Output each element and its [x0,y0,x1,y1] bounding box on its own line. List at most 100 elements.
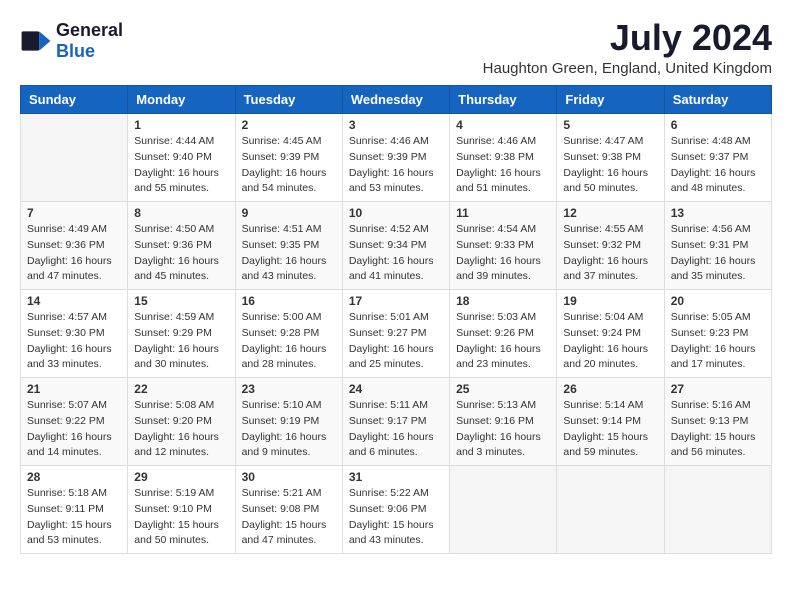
day-info: Sunrise: 4:49 AM Sunset: 9:36 PM Dayligh… [27,222,121,285]
day-info: Sunrise: 4:44 AM Sunset: 9:40 PM Dayligh… [134,134,228,197]
day-number: 11 [456,206,550,220]
calendar-cell: 5 Sunrise: 4:47 AM Sunset: 9:38 PM Daylig… [557,114,664,202]
day-info: Sunrise: 5:04 AM Sunset: 9:24 PM Dayligh… [563,310,657,373]
calendar-cell: 21Sunrise: 5:07 AM Sunset: 9:22 PM Dayli… [21,378,128,466]
day-info: Sunrise: 4:55 AM Sunset: 9:32 PM Dayligh… [563,222,657,285]
calendar-cell: 8 Sunrise: 4:50 AM Sunset: 9:36 PM Daylig… [128,202,235,290]
day-number: 20 [671,294,765,308]
calendar-cell: 4 Sunrise: 4:46 AM Sunset: 9:38 PM Daylig… [450,114,557,202]
day-number: 27 [671,382,765,396]
day-info: Sunrise: 5:05 AM Sunset: 9:23 PM Dayligh… [671,310,765,373]
logo-text: General Blue [56,20,123,62]
day-number: 19 [563,294,657,308]
calendar-cell: 1Sunrise: 4:44 AM Sunset: 9:40 PM Daylig… [128,114,235,202]
day-info: Sunrise: 5:07 AM Sunset: 9:22 PM Dayligh… [27,398,121,461]
calendar-cell: 22Sunrise: 5:08 AM Sunset: 9:20 PM Dayli… [128,378,235,466]
day-info: Sunrise: 5:10 AM Sunset: 9:19 PM Dayligh… [242,398,336,461]
day-info: Sunrise: 4:48 AM Sunset: 9:37 PM Dayligh… [671,134,765,197]
calendar-cell: 30 Sunrise: 5:21 AM Sunset: 9:08 PM Dayli… [235,466,342,554]
day-number: 8 [134,206,228,220]
day-number: 17 [349,294,443,308]
page-container: General Blue July 2024 Haughton Green, E… [20,20,772,554]
day-number: 24 [349,382,443,396]
calendar-cell: 29 Sunrise: 5:19 AM Sunset: 9:10 PM Dayli… [128,466,235,554]
day-number: 14 [27,294,121,308]
week-row-4: 21Sunrise: 5:07 AM Sunset: 9:22 PM Dayli… [21,378,772,466]
day-number: 15 [134,294,228,308]
calendar-cell: 19 Sunrise: 5:04 AM Sunset: 9:24 PM Dayli… [557,290,664,378]
day-number: 5 [563,118,657,132]
day-number: 9 [242,206,336,220]
day-number: 4 [456,118,550,132]
logo-general: General [56,20,123,40]
calendar-cell: 27 Sunrise: 5:16 AM Sunset: 9:13 PM Dayli… [664,378,771,466]
day-header-friday: Friday [557,86,664,114]
calendar-cell: 26Sunrise: 5:14 AM Sunset: 9:14 PM Dayli… [557,378,664,466]
calendar-cell [21,114,128,202]
day-header-wednesday: Wednesday [342,86,449,114]
day-info: Sunrise: 5:22 AM Sunset: 9:06 PM Dayligh… [349,486,443,549]
calendar-cell: 3Sunrise: 4:46 AM Sunset: 9:39 PM Daylig… [342,114,449,202]
week-row-1: 1Sunrise: 4:44 AM Sunset: 9:40 PM Daylig… [21,114,772,202]
day-number: 16 [242,294,336,308]
day-info: Sunrise: 4:56 AM Sunset: 9:31 PM Dayligh… [671,222,765,285]
week-row-3: 14Sunrise: 4:57 AM Sunset: 9:30 PM Dayli… [21,290,772,378]
day-info: Sunrise: 5:11 AM Sunset: 9:17 PM Dayligh… [349,398,443,461]
day-info: Sunrise: 4:46 AM Sunset: 9:38 PM Dayligh… [456,134,550,197]
week-row-5: 28Sunrise: 5:18 AM Sunset: 9:11 PM Dayli… [21,466,772,554]
week-row-2: 7Sunrise: 4:49 AM Sunset: 9:36 PM Daylig… [21,202,772,290]
logo-icon [20,25,52,57]
calendar-cell: 13 Sunrise: 4:56 AM Sunset: 9:31 PM Dayli… [664,202,771,290]
header: General Blue July 2024 Haughton Green, E… [20,20,772,77]
calendar-table: SundayMondayTuesdayWednesdayThursdayFrid… [20,85,772,554]
calendar-cell [557,466,664,554]
day-number: 23 [242,382,336,396]
day-number: 18 [456,294,550,308]
day-number: 10 [349,206,443,220]
day-info: Sunrise: 4:50 AM Sunset: 9:36 PM Dayligh… [134,222,228,285]
day-info: Sunrise: 5:21 AM Sunset: 9:08 PM Dayligh… [242,486,336,549]
day-number: 25 [456,382,550,396]
day-info: Sunrise: 4:47 AM Sunset: 9:38 PM Dayligh… [563,134,657,197]
day-header-monday: Monday [128,86,235,114]
days-header-row: SundayMondayTuesdayWednesdayThursdayFrid… [21,86,772,114]
day-info: Sunrise: 4:59 AM Sunset: 9:29 PM Dayligh… [134,310,228,373]
day-info: Sunrise: 4:51 AM Sunset: 9:35 PM Dayligh… [242,222,336,285]
calendar-cell: 15 Sunrise: 4:59 AM Sunset: 9:29 PM Dayli… [128,290,235,378]
day-info: Sunrise: 5:03 AM Sunset: 9:26 PM Dayligh… [456,310,550,373]
day-header-tuesday: Tuesday [235,86,342,114]
day-number: 26 [563,382,657,396]
day-number: 6 [671,118,765,132]
calendar-cell [664,466,771,554]
calendar-cell: 10 Sunrise: 4:52 AM Sunset: 9:34 PM Dayli… [342,202,449,290]
day-info: Sunrise: 4:45 AM Sunset: 9:39 PM Dayligh… [242,134,336,197]
day-header-saturday: Saturday [664,86,771,114]
day-number: 13 [671,206,765,220]
day-number: 29 [134,470,228,484]
day-info: Sunrise: 5:19 AM Sunset: 9:10 PM Dayligh… [134,486,228,549]
day-info: Sunrise: 5:16 AM Sunset: 9:13 PM Dayligh… [671,398,765,461]
day-number: 2 [242,118,336,132]
calendar-cell: 24 Sunrise: 5:11 AM Sunset: 9:17 PM Dayli… [342,378,449,466]
day-info: Sunrise: 4:54 AM Sunset: 9:33 PM Dayligh… [456,222,550,285]
calendar-cell [450,466,557,554]
calendar-cell: 14Sunrise: 4:57 AM Sunset: 9:30 PM Dayli… [21,290,128,378]
calendar-cell: 17Sunrise: 5:01 AM Sunset: 9:27 PM Dayli… [342,290,449,378]
day-number: 31 [349,470,443,484]
calendar-cell: 7Sunrise: 4:49 AM Sunset: 9:36 PM Daylig… [21,202,128,290]
calendar-cell: 25 Sunrise: 5:13 AM Sunset: 9:16 PM Dayli… [450,378,557,466]
day-info: Sunrise: 5:13 AM Sunset: 9:16 PM Dayligh… [456,398,550,461]
day-header-sunday: Sunday [21,86,128,114]
calendar-cell: 16Sunrise: 5:00 AM Sunset: 9:28 PM Dayli… [235,290,342,378]
month-year: July 2024 [483,20,772,56]
calendar-cell: 2 Sunrise: 4:45 AM Sunset: 9:39 PM Daylig… [235,114,342,202]
title-area: July 2024 Haughton Green, England, Unite… [483,20,772,77]
day-info: Sunrise: 4:46 AM Sunset: 9:39 PM Dayligh… [349,134,443,197]
logo: General Blue [20,20,123,62]
day-number: 30 [242,470,336,484]
logo-blue: Blue [56,41,95,61]
day-info: Sunrise: 4:52 AM Sunset: 9:34 PM Dayligh… [349,222,443,285]
calendar-cell: 20 Sunrise: 5:05 AM Sunset: 9:23 PM Dayli… [664,290,771,378]
calendar-cell: 18 Sunrise: 5:03 AM Sunset: 9:26 PM Dayli… [450,290,557,378]
day-number: 28 [27,470,121,484]
